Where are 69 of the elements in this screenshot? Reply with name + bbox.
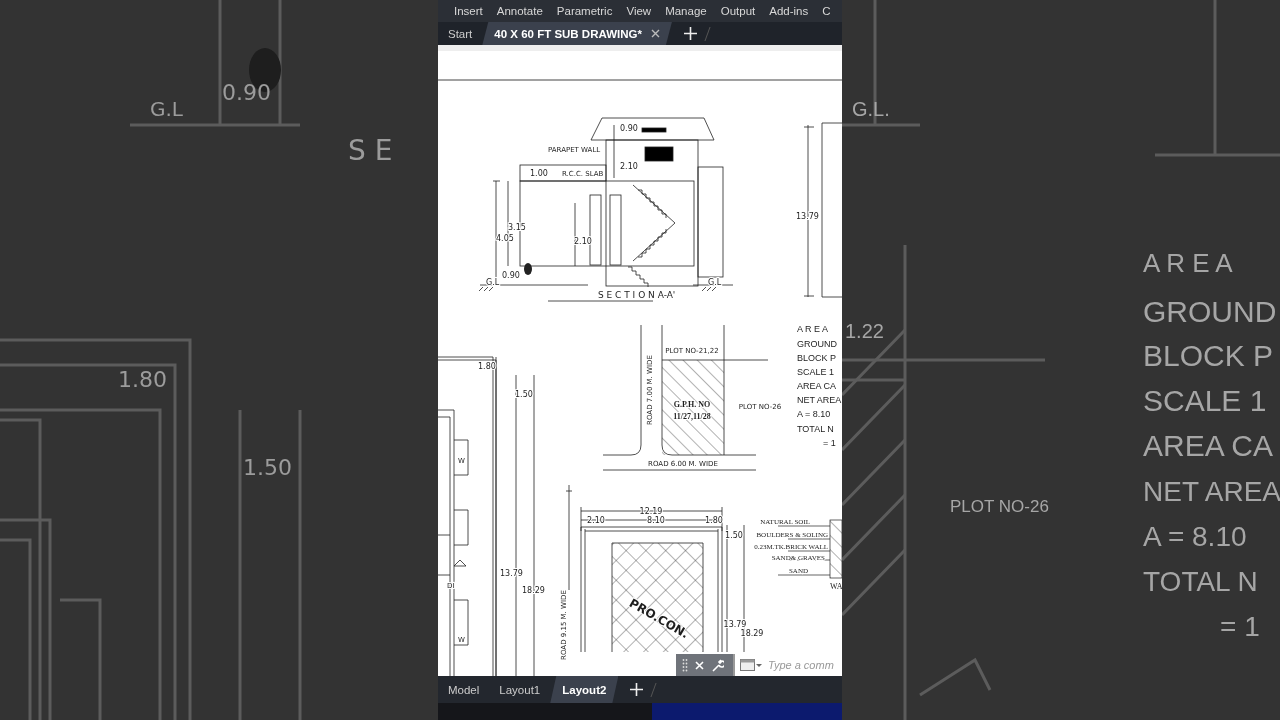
dimension-label: 12.19 [639, 507, 663, 516]
ribbon-tab[interactable]: Annotate [496, 5, 543, 17]
area-note: NET AREA [797, 395, 842, 405]
plan-label: 11/27,11/28 [673, 412, 711, 421]
dimension-label: 13.79 [796, 212, 819, 221]
backdrop-label: = 1 [1220, 611, 1260, 642]
backdrop-label: AREA CA [1143, 429, 1274, 462]
backdrop-label: PLOT NO-26 [950, 497, 1049, 516]
dimension-label: 0.90 [502, 271, 520, 280]
backdrop-label: S E [348, 134, 393, 167]
backdrop-label: A = 8.10 [1143, 521, 1247, 552]
backdrop-label: BLOCK P [1143, 339, 1274, 372]
dimension-label: G.L [708, 278, 722, 287]
dimension-label: 3.15 [508, 223, 526, 232]
backdrop-label: NET AREA [1143, 476, 1280, 507]
dimension-label: 0.90 [620, 124, 638, 133]
backdrop-label: GROUND [1143, 295, 1277, 328]
wrench-icon[interactable] [711, 658, 724, 672]
area-note: A = 8.10 [797, 409, 831, 419]
backdrop-label: SCALE 1 [1143, 384, 1267, 417]
dimension-label: 1.80 [705, 516, 723, 525]
file-tab[interactable]: Start [438, 22, 483, 45]
backdrop-label: TOTAL N [1143, 566, 1258, 597]
dimension-label: 4.05 [496, 234, 514, 243]
new-layout-button[interactable] [630, 683, 644, 696]
dimension-label: 2.10 [574, 237, 592, 246]
backdrop-label: G.L. [852, 98, 890, 120]
dimension-label: 8.10 [647, 516, 665, 525]
ribbon-tab[interactable]: Output [720, 5, 756, 17]
backdrop-label: A R E A [1143, 248, 1233, 278]
dimension-label: 1.00 [530, 169, 548, 178]
dimension-label: 2.10 [587, 516, 605, 525]
backdrop-label: 0.90 [222, 80, 271, 105]
dimension-label: 13.79 [500, 569, 523, 578]
dimension-label: 1.50 [515, 390, 533, 399]
layout-tab[interactable]: Layout2 [550, 676, 619, 703]
backdrop-label: 1.22 [845, 320, 884, 342]
ribbon-tab[interactable]: Manage [665, 5, 707, 17]
dimension-label: 2.10 [620, 162, 638, 171]
area-note: = 1 [823, 438, 836, 448]
dimension-label: 13.79 [723, 620, 747, 629]
terminal-icon[interactable] [740, 659, 762, 671]
ribbon-tab[interactable]: Add-ins [769, 5, 809, 17]
area-note: SCALE 1 [797, 367, 835, 377]
dimension-label: G.L [486, 278, 500, 287]
new-tab-button[interactable] [683, 27, 697, 40]
area-note: A R E A [797, 324, 829, 334]
ribbon-tab[interactable]: Insert [454, 5, 483, 17]
area-note: GROUND [797, 339, 837, 349]
dimension-label: S E C T I O N A-A' [598, 290, 676, 300]
backdrop-label: G.L [150, 97, 183, 121]
ribbon-tab[interactable]: C [822, 5, 831, 17]
ribbon-tab[interactable]: View [626, 5, 652, 17]
close-icon[interactable] [650, 29, 660, 38]
area-note: TOTAL N [797, 424, 834, 434]
area-note: BLOCK P [797, 353, 836, 363]
file-tab[interactable]: 40 X 60 FT SUB DRAWING* [482, 22, 672, 45]
backdrop-label: 1.80 [118, 367, 167, 392]
dimension-label: 18.29 [740, 629, 764, 638]
grip-icon[interactable] [682, 658, 688, 672]
dimension-label: 18.29 [522, 586, 545, 595]
area-note: AREA CA [797, 381, 836, 391]
plan-label: G.P.H. NO [673, 400, 711, 409]
backdrop-label: 1.50 [243, 455, 292, 480]
detail-label: WA [830, 582, 842, 591]
layout-tab[interactable]: Model [438, 676, 490, 703]
layout-tab[interactable]: Layout1 [489, 676, 551, 703]
ribbon-tab[interactable]: Parametric [556, 5, 613, 17]
dimension-label: 1.50 [725, 531, 743, 540]
